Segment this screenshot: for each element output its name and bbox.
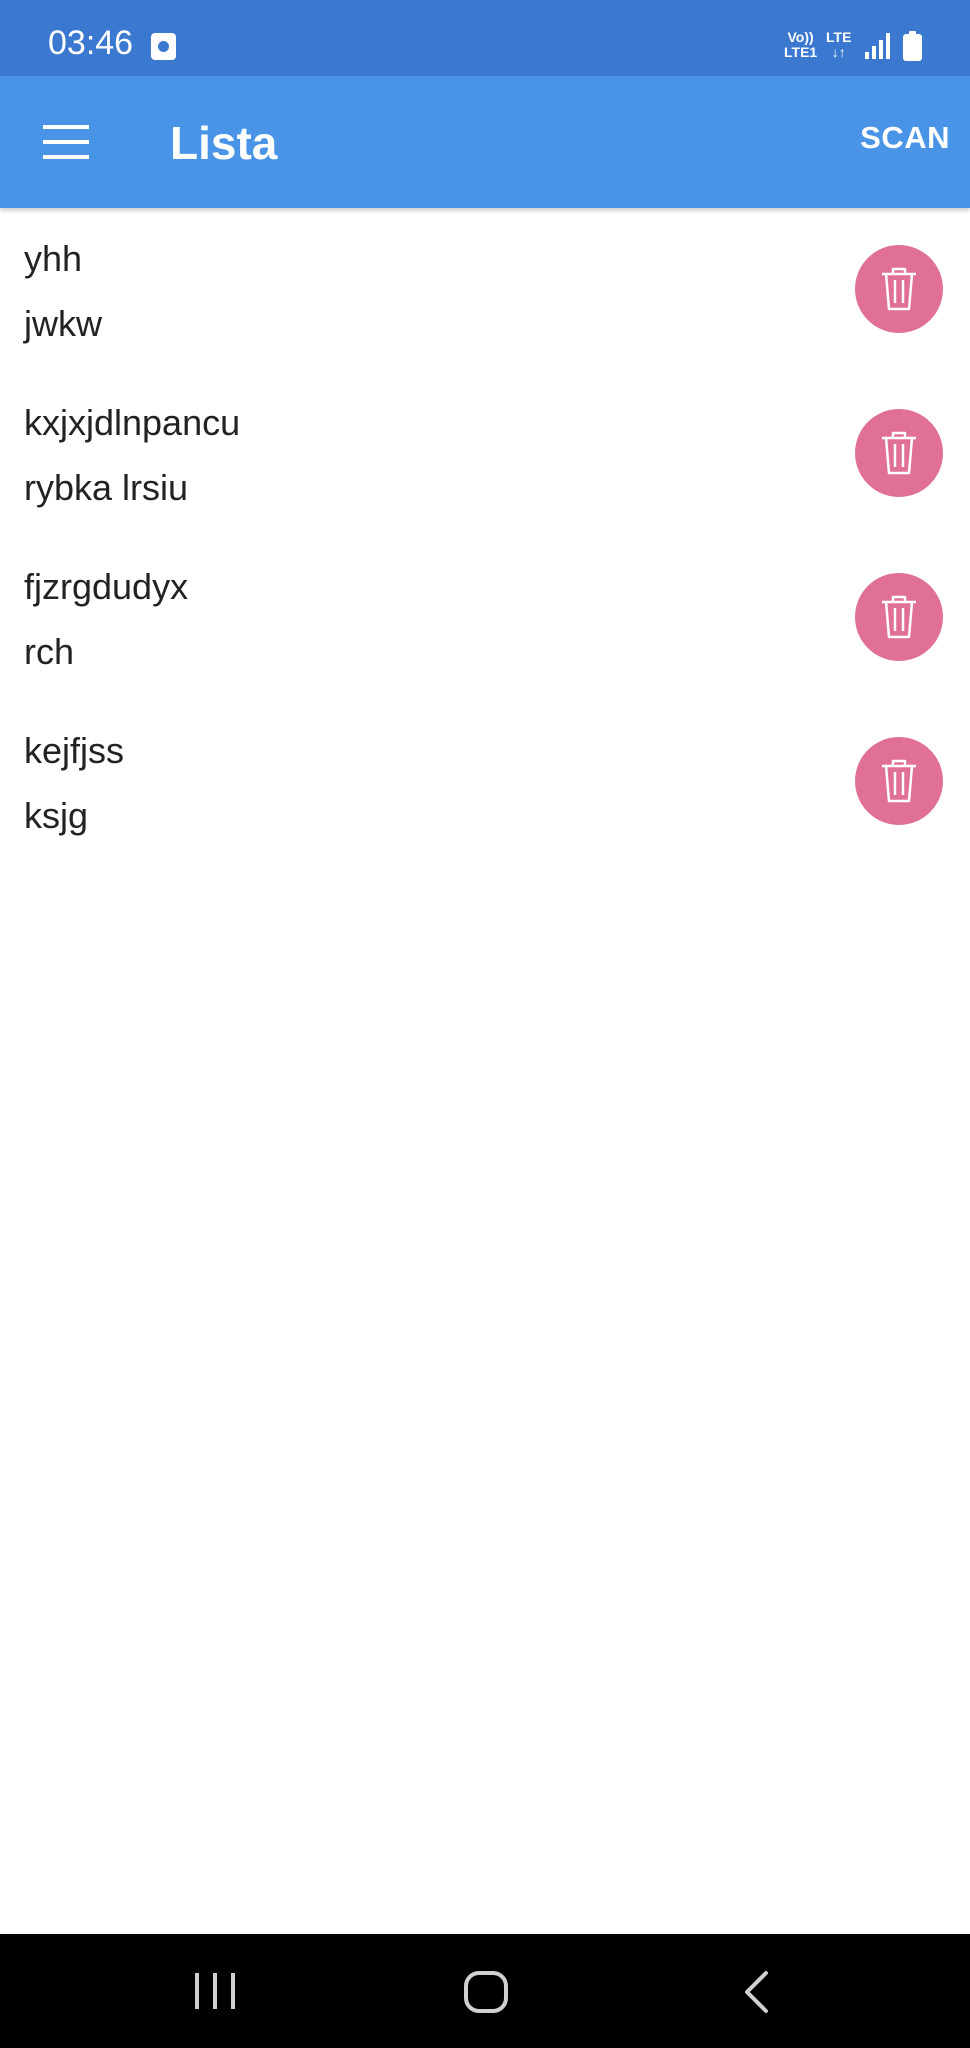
signal-icon <box>865 33 890 59</box>
status-time: 03:46 <box>48 24 134 62</box>
app-notification-icon <box>151 33 176 60</box>
list-item[interactable]: kxjxjdlnpancu rybka lrsiu <box>0 372 970 536</box>
menu-button[interactable] <box>30 106 102 178</box>
battery-icon <box>903 31 922 61</box>
item-list: yhh jwkw kxjxjdlnpancu rybka lrsiu fjzrg… <box>0 208 970 864</box>
trash-icon <box>882 267 916 311</box>
list-item[interactable]: kejfjss ksjg <box>0 700 970 864</box>
trash-icon <box>882 595 916 639</box>
list-item[interactable]: fjzrgdudyx rch <box>0 536 970 700</box>
page-title: Lista <box>170 117 278 169</box>
trash-icon <box>882 431 916 475</box>
volte-indicator: Vo)) LTE1 <box>784 30 817 60</box>
delete-button[interactable] <box>855 245 943 333</box>
trash-icon <box>882 759 916 803</box>
list-item[interactable]: yhh jwkw <box>0 208 970 372</box>
app-bar: Lista SCAN <box>0 76 970 208</box>
lte-indicator: LTE ↓↑ <box>826 30 851 60</box>
lte-line1: LTE <box>826 29 852 45</box>
lte-arrows: ↓↑ <box>831 44 846 60</box>
hamburger-menu-icon <box>43 125 89 159</box>
recents-icon[interactable] <box>192 1972 238 2010</box>
item-title: fjzrgdudyx <box>24 566 189 607</box>
item-subtitle: jwkw <box>24 303 102 344</box>
volte-line2: LTE1 <box>784 44 818 60</box>
delete-button[interactable] <box>855 573 943 661</box>
scan-button[interactable]: SCAN <box>860 120 950 156</box>
status-bar: 03:46 Vo)) LTE1 LTE ↓↑ <box>0 0 970 76</box>
back-icon[interactable] <box>740 1970 772 2014</box>
home-icon[interactable] <box>463 1970 509 2014</box>
delete-button[interactable] <box>855 737 943 825</box>
navigation-bar <box>0 1934 970 2048</box>
item-subtitle: rybka lrsiu <box>24 467 189 508</box>
volte-line1: Vo)) <box>787 29 814 45</box>
delete-button[interactable] <box>855 409 943 497</box>
item-subtitle: rch <box>24 631 75 672</box>
item-subtitle: ksjg <box>24 795 89 836</box>
item-title: kejfjss <box>24 730 125 771</box>
item-title: yhh <box>24 238 83 279</box>
item-title: kxjxjdlnpancu <box>24 402 241 443</box>
